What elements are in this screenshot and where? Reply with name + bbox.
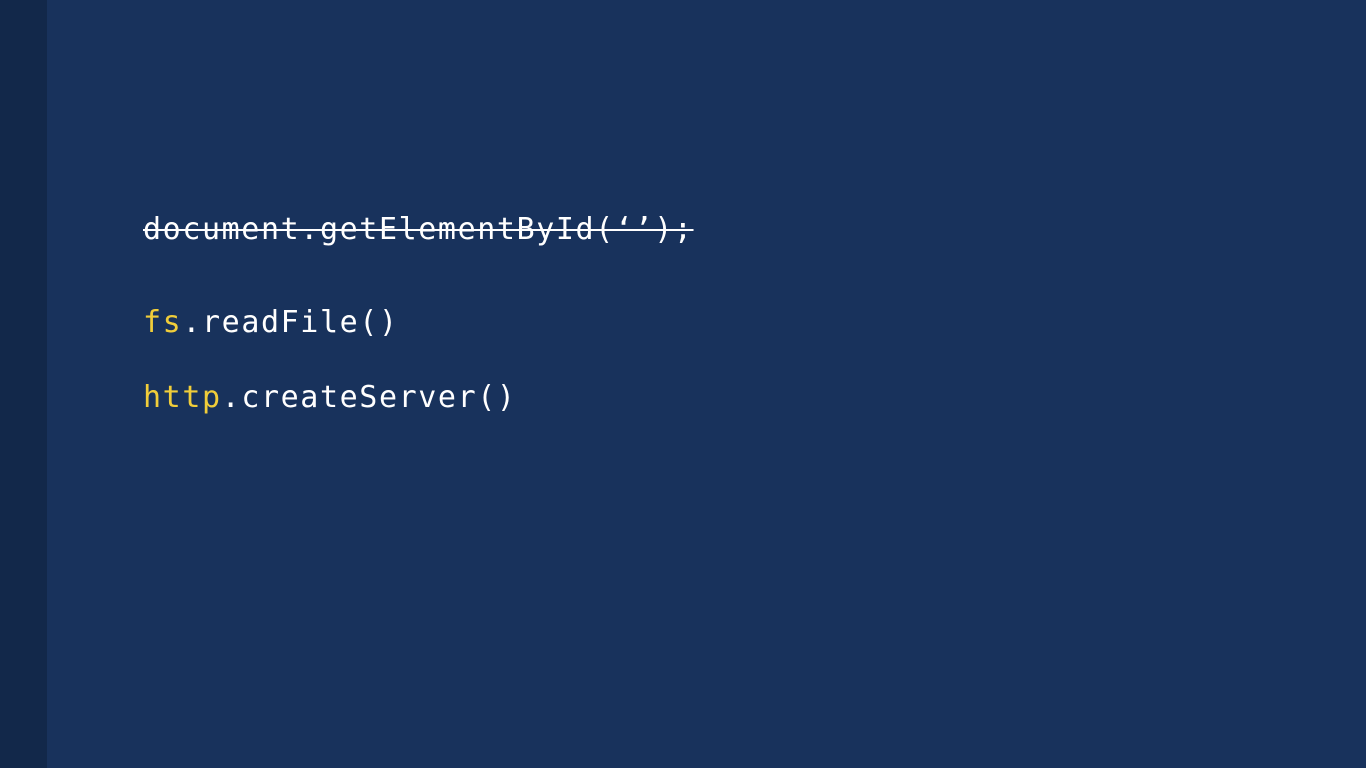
http-object: http [143,380,222,415]
code-line-fs: fs.readFile() [143,305,399,341]
code-line-http: http.createServer() [143,380,517,416]
slide: document.getElementById(‘’); fs.readFile… [0,0,1366,768]
struck-dom-call: document.getElementById(‘’); [143,212,694,247]
readfile-call: .readFile() [182,305,399,340]
createserver-call: .createServer() [221,380,517,415]
code-line-deprecated: document.getElementById(‘’); [143,212,694,248]
side-strip [0,0,47,768]
fs-object: fs [143,305,183,340]
